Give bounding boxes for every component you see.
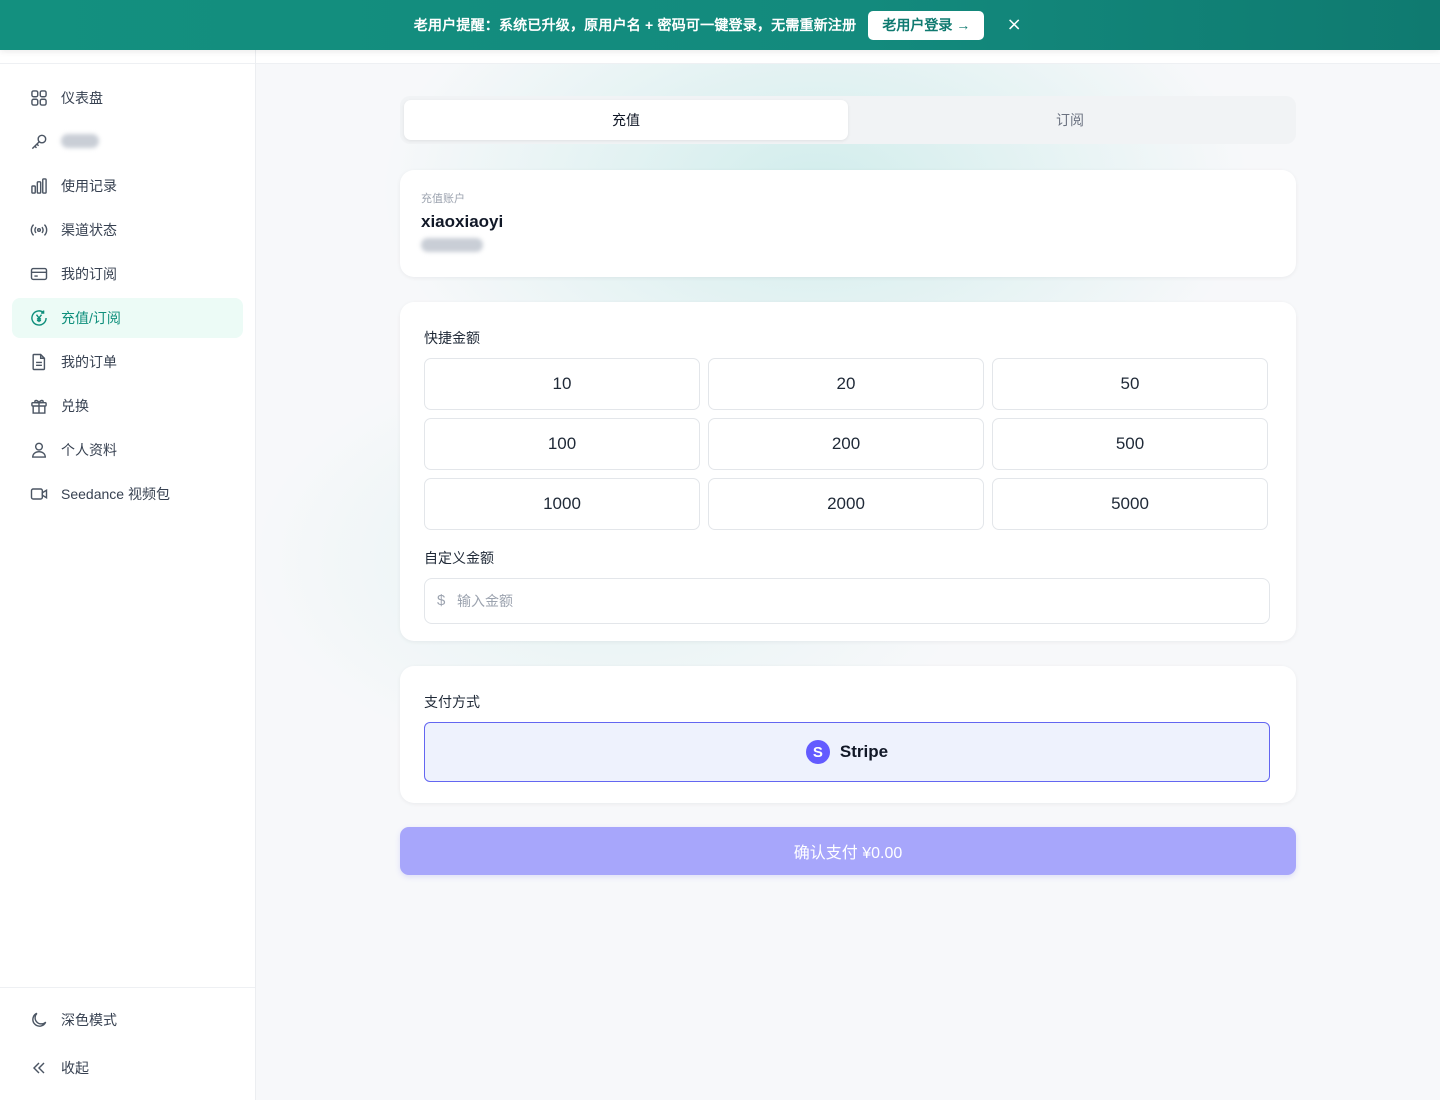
tab-recharge[interactable]: 充值 [404, 100, 848, 140]
confirm-payment-button[interactable]: 确认支付 ¥0.00 [400, 827, 1296, 875]
amount-button[interactable]: 5000 [992, 478, 1268, 530]
sidebar-item-label: 使用记录 [61, 178, 117, 194]
quick-amount-grid: 10 20 50 100 200 500 1000 2000 5000 [424, 358, 1272, 530]
video-camera-icon [28, 483, 50, 505]
key-icon [28, 131, 50, 153]
payment-method-title: 支付方式 [424, 694, 480, 710]
sidebar-item-redeem[interactable]: 兑换 [12, 386, 243, 426]
payment-option-stripe[interactable]: S Stripe [424, 722, 1270, 782]
sidebar-footer: 深色模式 收起 [0, 987, 255, 1096]
amount-card: 快捷金额 10 20 50 100 200 500 1000 2000 5000… [400, 302, 1296, 641]
gift-icon [28, 395, 50, 417]
amount-button[interactable]: 10 [424, 358, 700, 410]
main-content: 充值 订阅 充值账户 xiaoxiaoyi 快捷金额 10 20 50 100 … [256, 0, 1440, 1100]
banner-text: 老用户提醒：系统已升级，原用户名 + 密码可一键登录，无需重新注册 [413, 17, 857, 33]
sidebar-item-recharge[interactable]: 充值/订阅 [12, 298, 243, 338]
yen-circle-icon [28, 307, 50, 329]
upgrade-notice-banner: 老用户提醒：系统已升级，原用户名 + 密码可一键登录，无需重新注册 老用户登录 … [0, 0, 1440, 50]
redacted-label [61, 133, 99, 148]
amount-button[interactable]: 100 [424, 418, 700, 470]
sidebar-item-label: 我的订单 [61, 354, 117, 370]
tab-subscribe[interactable]: 订阅 [848, 100, 1292, 140]
custom-amount-input[interactable] [457, 579, 1257, 623]
dark-mode-toggle[interactable]: 深色模式 [12, 1000, 243, 1040]
sidebar-item-label: 仪表盘 [61, 90, 103, 106]
double-chevron-left-icon [28, 1057, 50, 1079]
sidebar-nav: 仪表盘 使用记录 渠道状态 我的订阅 充值/订阅 我的订单 兑换 个人资料 Se… [12, 78, 243, 518]
amount-button[interactable]: 20 [708, 358, 984, 410]
amount-button[interactable]: 500 [992, 418, 1268, 470]
sidebar-item-label-redacted [61, 133, 99, 151]
sidebar-item-seedance-video[interactable]: Seedance 视频包 [12, 474, 243, 514]
custom-amount-field: $ [424, 578, 1270, 624]
currency-symbol: $ [437, 592, 446, 609]
sidebar-item-keys[interactable] [12, 122, 243, 162]
payment-method-label: Stripe [839, 742, 889, 761]
sidebar-item-label: 充值/订阅 [61, 310, 121, 326]
collapse-label: 收起 [61, 1060, 89, 1076]
sidebar-item-label: 个人资料 [61, 442, 117, 458]
quick-amount-title: 快捷金额 [424, 330, 480, 346]
sidebar: 仪表盘 使用记录 渠道状态 我的订阅 充值/订阅 我的订单 兑换 个人资料 Se… [0, 0, 256, 1100]
collapse-sidebar-button[interactable]: 收起 [12, 1048, 243, 1088]
dashboard-grid-icon [28, 87, 50, 109]
account-label: 充值账户 [421, 193, 465, 205]
close-banner-button[interactable]: × [1002, 13, 1026, 37]
amount-button[interactable]: 200 [708, 418, 984, 470]
sidebar-item-label: Seedance 视频包 [61, 486, 170, 502]
moon-icon [28, 1009, 50, 1031]
document-icon [28, 351, 50, 373]
stripe-icon: S [805, 740, 830, 764]
custom-amount-title: 自定义金额 [424, 550, 494, 566]
account-detail-redacted [421, 238, 483, 252]
dark-mode-label: 深色模式 [61, 1012, 117, 1028]
bar-chart-icon [28, 175, 50, 197]
user-icon [28, 439, 50, 461]
legacy-login-button[interactable]: 老用户登录 → [868, 10, 985, 40]
account-username: xiaoxiaoyi [421, 212, 504, 231]
sidebar-item-channel-status[interactable]: 渠道状态 [12, 210, 243, 250]
sidebar-item-my-orders[interactable]: 我的订单 [12, 342, 243, 382]
account-card: 充值账户 xiaoxiaoyi [400, 170, 1296, 277]
sidebar-item-label: 我的订阅 [61, 266, 117, 282]
sidebar-item-usage[interactable]: 使用记录 [12, 166, 243, 206]
amount-button[interactable]: 50 [992, 358, 1268, 410]
payment-card: 支付方式 S Stripe [400, 666, 1296, 803]
broadcast-icon [28, 219, 50, 241]
amount-button[interactable]: 1000 [424, 478, 700, 530]
credit-card-icon [28, 263, 50, 285]
sidebar-item-dashboard[interactable]: 仪表盘 [12, 78, 243, 118]
sidebar-item-profile[interactable]: 个人资料 [12, 430, 243, 470]
amount-button[interactable]: 2000 [708, 478, 984, 530]
sidebar-item-label: 兑换 [61, 398, 89, 414]
recharge-subscribe-tabs: 充值 订阅 [400, 96, 1296, 144]
sidebar-item-my-subscription[interactable]: 我的订阅 [12, 254, 243, 294]
sidebar-item-label: 渠道状态 [61, 222, 117, 238]
